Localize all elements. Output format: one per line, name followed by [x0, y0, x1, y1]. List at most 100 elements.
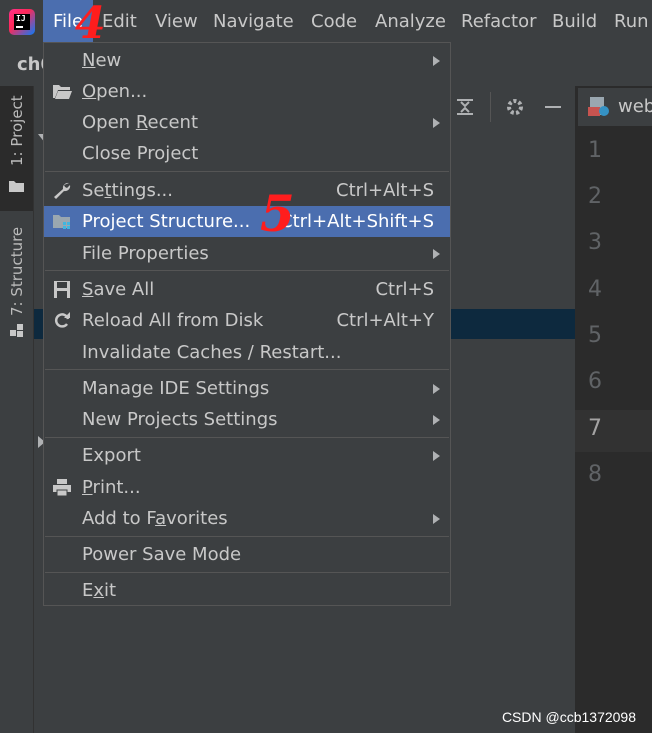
menu-item-label: Export	[82, 445, 141, 466]
menu-item-print[interactable]: Print...	[44, 472, 450, 503]
menu-item-open-recent[interactable]: Open Recent	[44, 107, 450, 138]
menu-edit-label: Edit	[102, 11, 137, 32]
collapse-all-icon[interactable]	[454, 96, 476, 118]
menu-item-export[interactable]: Export	[44, 440, 450, 471]
line-number: 8	[588, 462, 602, 487]
menu-item-exit[interactable]: Exit	[44, 575, 450, 606]
gear-icon[interactable]	[504, 96, 526, 118]
file-menu: New Open... Open Recent Close Project Se…	[43, 42, 451, 606]
menu-item-label: Project Structure...	[82, 211, 251, 232]
menu-item-close-project[interactable]: Close Project	[44, 138, 450, 169]
line-number: 2	[588, 184, 602, 209]
menu-item-new[interactable]: New	[44, 45, 450, 76]
project-structure-icon	[53, 215, 70, 229]
menu-separator	[45, 572, 449, 573]
reload-icon	[54, 312, 70, 328]
menu-item-invalidate-caches[interactable]: Invalidate Caches / Restart...	[44, 337, 450, 368]
menu-item-label: Open Recent	[82, 112, 199, 133]
submenu-arrow-icon	[433, 384, 440, 394]
menu-item-save-all[interactable]: Save All Ctrl+S	[44, 274, 450, 305]
menu-edit[interactable]: Edit	[102, 0, 137, 44]
toolbar-divider	[490, 92, 491, 122]
menu-item-label: New Projects Settings	[82, 409, 278, 430]
line-number: 1	[588, 138, 602, 163]
line-number: 5	[588, 323, 602, 348]
menu-item-shortcut: Ctrl+Alt+Y	[336, 310, 434, 331]
submenu-arrow-icon	[433, 415, 440, 425]
save-icon	[54, 281, 70, 298]
menu-item-label: New	[82, 50, 122, 71]
left-tool-strip: 1: Project 7: Structure	[0, 86, 34, 733]
annotation-step-5: 5	[260, 184, 295, 243]
folder-open-icon	[53, 85, 72, 99]
menu-item-label: Save All	[82, 279, 155, 300]
menu-item-manage-ide-settings[interactable]: Manage IDE Settings	[44, 373, 450, 404]
line-number-current: 7	[588, 416, 602, 441]
editor-tab[interactable]: web	[578, 88, 652, 126]
menu-item-add-to-favorites[interactable]: Add to Favorites	[44, 503, 450, 534]
menu-separator	[45, 536, 449, 537]
menu-item-settings[interactable]: Settings... Ctrl+Alt+S	[44, 175, 450, 206]
menu-navigate[interactable]: Navigate	[213, 0, 294, 44]
editor-tab-label: web	[618, 96, 652, 117]
menu-separator	[45, 437, 449, 438]
menu-separator	[45, 171, 449, 172]
menu-item-label: Settings...	[82, 180, 173, 201]
menu-item-project-structure[interactable]: Project Structure... Ctrl+Alt+Shift+S	[44, 206, 450, 237]
menu-separator	[45, 369, 449, 370]
menu-navigate-label: Navigate	[213, 11, 294, 32]
menu-build[interactable]: Build	[552, 0, 597, 44]
menu-item-shortcut: Ctrl+Alt+S	[336, 180, 434, 201]
menu-item-label: File Properties	[82, 243, 209, 264]
menu-item-label: Reload All from Disk	[82, 310, 264, 331]
intellij-logo-icon: IJ	[9, 9, 35, 35]
printer-icon	[53, 479, 71, 497]
annotation-step-4: 4	[75, 0, 106, 49]
submenu-arrow-icon	[433, 118, 440, 128]
submenu-arrow-icon	[433, 451, 440, 461]
menu-item-label: Exit	[82, 580, 117, 601]
menu-item-label: Invalidate Caches / Restart...	[82, 342, 342, 363]
menu-build-label: Build	[552, 11, 598, 32]
menu-code[interactable]: Code	[311, 0, 357, 44]
menu-item-label: Power Save Mode	[82, 544, 242, 565]
menu-item-label: Manage IDE Settings	[82, 378, 270, 399]
menu-item-label: Print...	[82, 477, 141, 498]
menu-item-power-save-mode[interactable]: Power Save Mode	[44, 539, 450, 570]
menu-refactor[interactable]: Refactor	[461, 0, 537, 44]
menu-item-file-properties[interactable]: File Properties	[44, 238, 450, 269]
folder-icon	[9, 181, 24, 192]
menu-item-open[interactable]: Open...	[44, 76, 450, 107]
tab-project-label: 1: Project	[8, 95, 26, 166]
structure-icon	[10, 324, 23, 337]
minimize-icon[interactable]	[542, 96, 564, 118]
watermark: CSDN @ccb1372098	[501, 709, 636, 725]
menu-item-label: Add to Favorites	[82, 508, 228, 529]
wrench-icon	[54, 182, 71, 199]
menu-run[interactable]: Run	[614, 0, 649, 44]
tab-structure[interactable]: 7: Structure	[0, 221, 33, 346]
menu-item-label: Close Project	[82, 143, 199, 164]
menu-separator	[45, 270, 449, 271]
line-number: 3	[588, 230, 602, 255]
menu-analyze-label: Analyze	[375, 11, 446, 32]
submenu-arrow-icon	[433, 514, 440, 524]
menu-item-label: Open...	[82, 81, 148, 102]
menu-view-label: View	[155, 11, 198, 32]
menu-analyze[interactable]: Analyze	[375, 0, 446, 44]
menu-run-label: Run	[614, 11, 649, 32]
menu-view[interactable]: View	[155, 0, 198, 44]
line-number: 4	[588, 277, 602, 302]
web-xml-file-icon	[588, 97, 609, 116]
submenu-arrow-icon	[433, 249, 440, 259]
menu-refactor-label: Refactor	[461, 11, 537, 32]
tab-structure-label: 7: Structure	[8, 226, 26, 316]
menu-code-label: Code	[311, 11, 358, 32]
line-number: 6	[588, 369, 602, 394]
menu-item-shortcut: Ctrl+Alt+Shift+S	[280, 211, 434, 232]
menu-item-new-projects-settings[interactable]: New Projects Settings	[44, 404, 450, 435]
menu-item-shortcut: Ctrl+S	[375, 279, 434, 300]
menu-item-reload-all[interactable]: Reload All from Disk Ctrl+Alt+Y	[44, 305, 450, 336]
submenu-arrow-icon	[433, 56, 440, 66]
tab-project[interactable]: 1: Project	[0, 86, 33, 211]
